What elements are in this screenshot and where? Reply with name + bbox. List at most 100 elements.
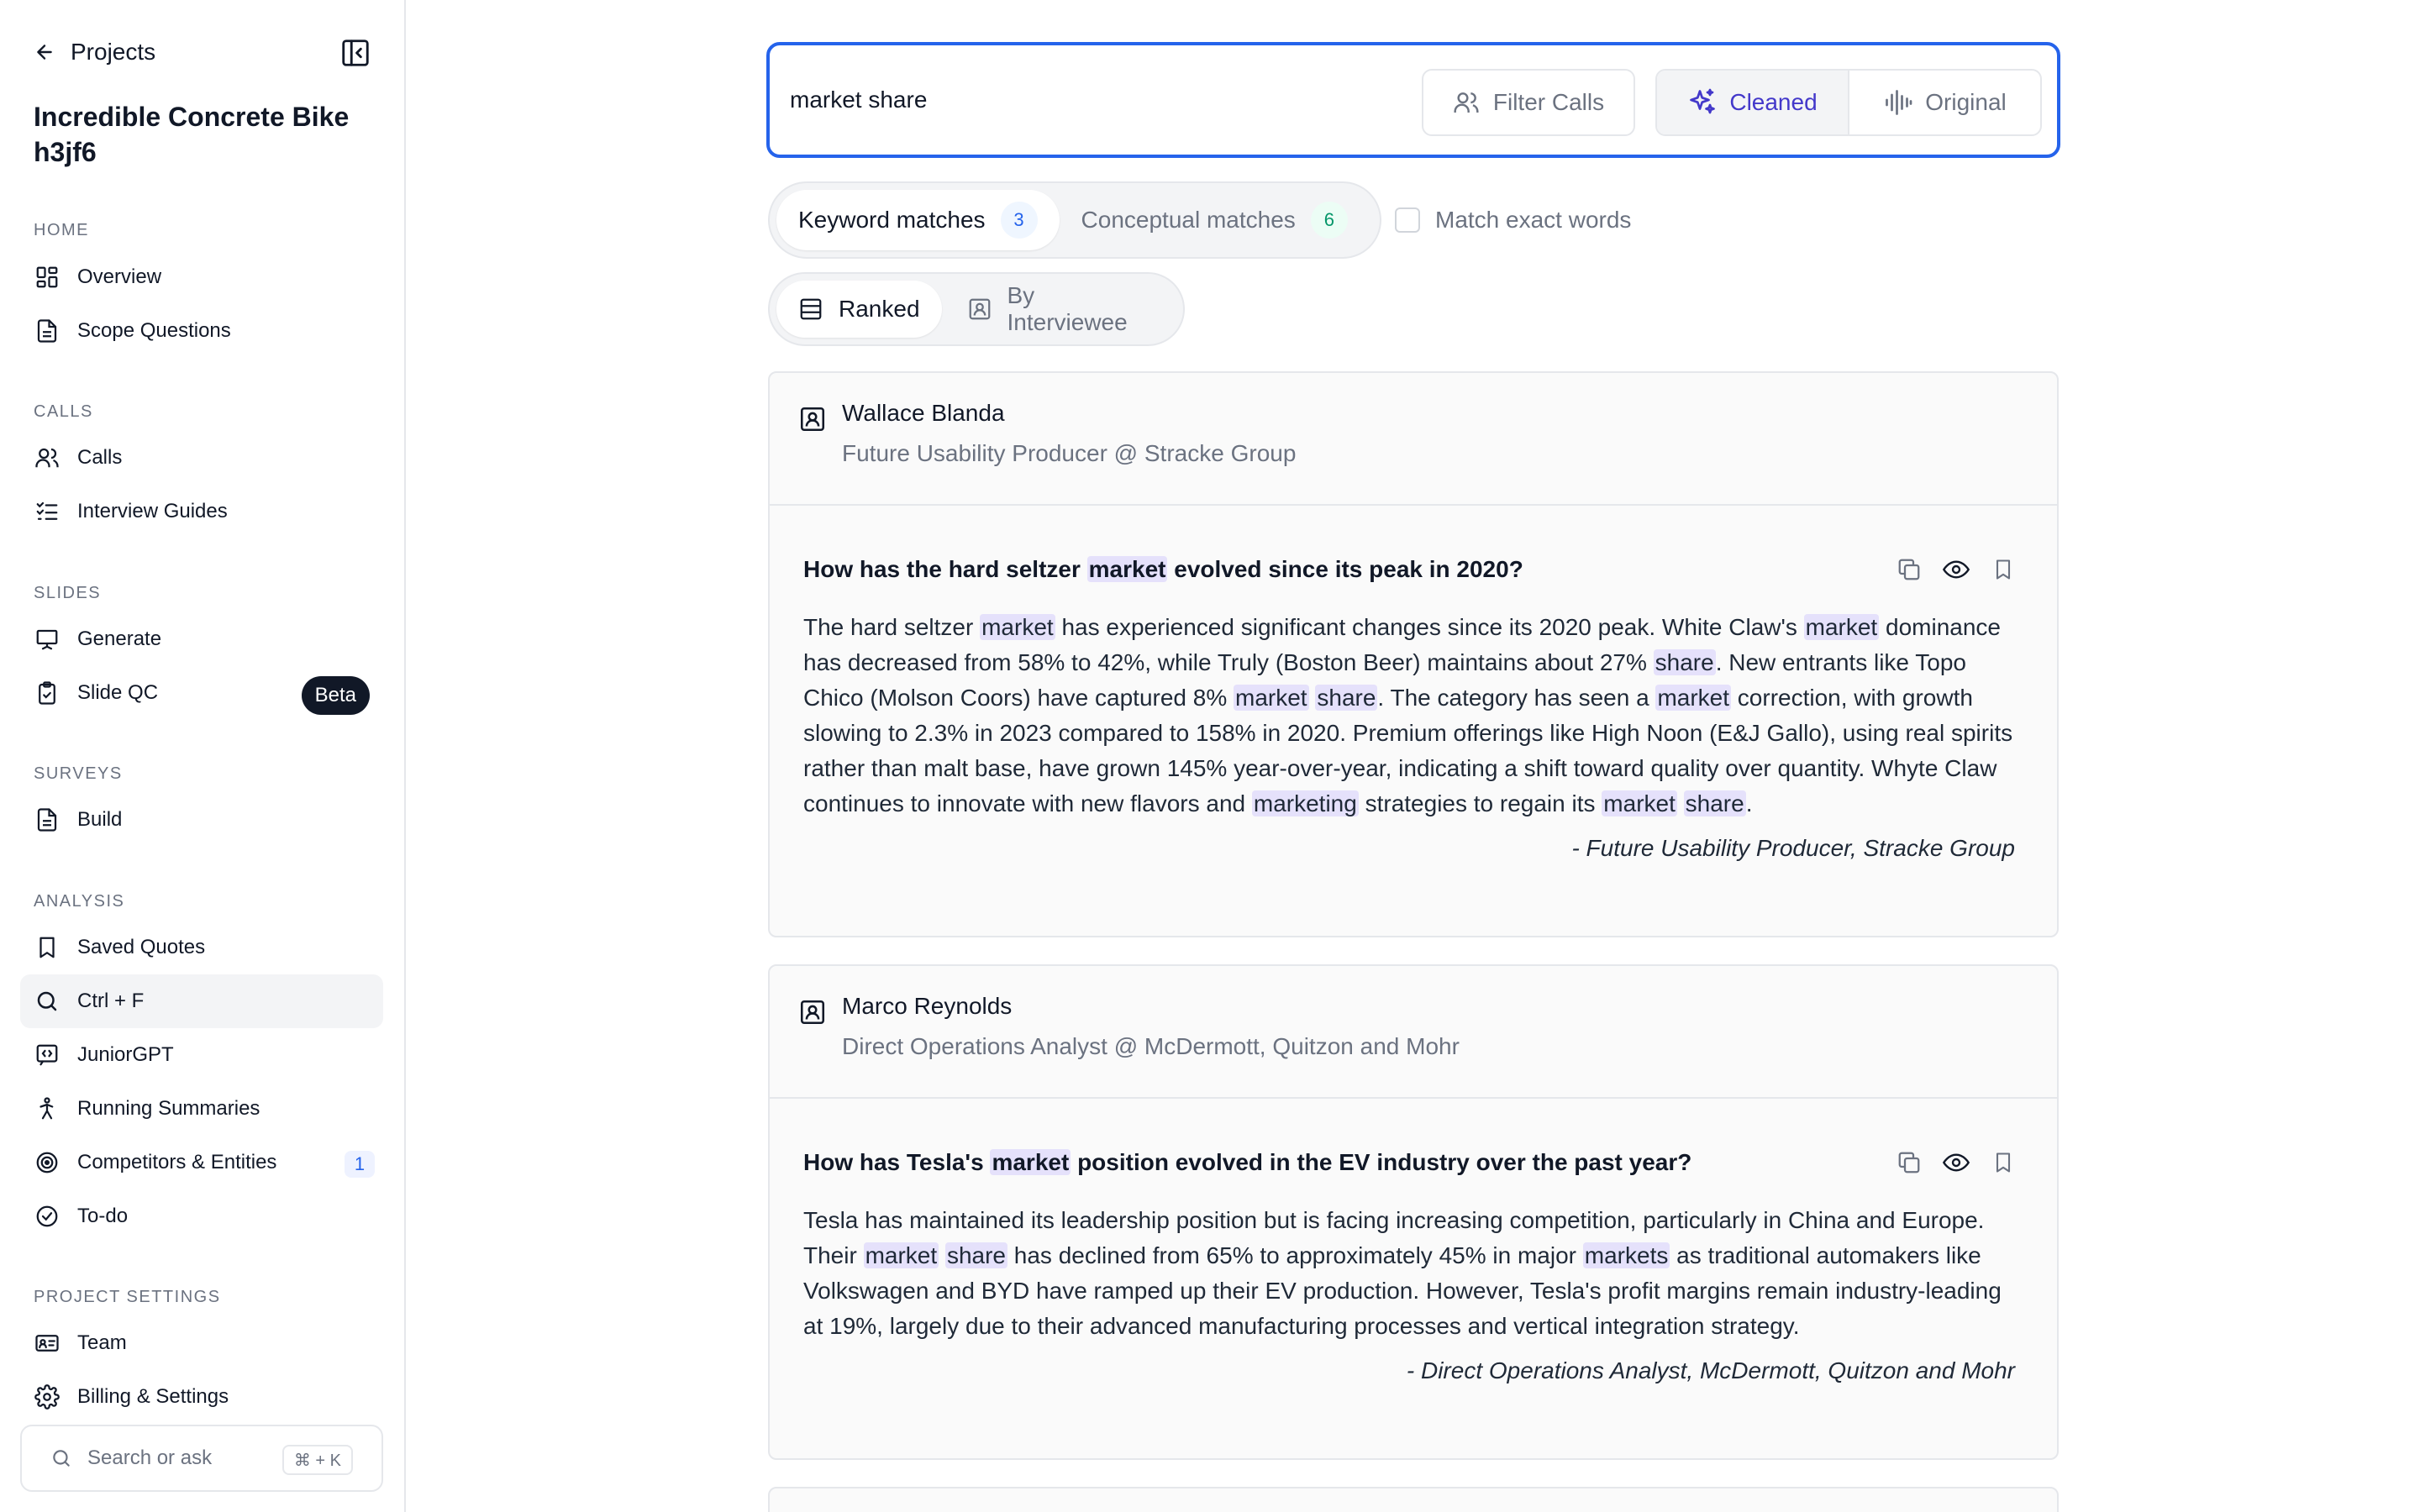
eye-icon[interactable]	[1943, 1149, 1970, 1176]
result-card-body: How has Tesla's market position evolved …	[770, 1099, 2057, 1384]
original-label: Original	[1925, 89, 2007, 115]
quote-actions	[1896, 556, 2017, 583]
presentation-icon	[34, 626, 60, 653]
result-card-header: Wallace Blanda Future Usability Producer…	[770, 373, 2057, 506]
clipboard-check-icon	[34, 680, 60, 706]
filter-calls-button[interactable]: Filter Calls	[1422, 69, 1635, 136]
back-label: Projects	[71, 39, 156, 65]
keyword-highlight: share	[1315, 685, 1378, 711]
sidebar-item-team[interactable]: Team	[20, 1316, 383, 1370]
result-card: Wallace Blanda Future Usability Producer…	[768, 371, 2059, 937]
conceptual-matches-count: 6	[1310, 202, 1348, 239]
sidebar-item-label: Competitors & Entities	[77, 1151, 277, 1173]
sidebar-item-saved-quotes[interactable]: Saved Quotes	[20, 921, 383, 974]
sidebar-item-running-summaries[interactable]: Running Summaries	[20, 1082, 383, 1136]
beta-badge: Beta	[301, 676, 370, 715]
result-card-body: How has the hard seltzer market evolved …	[770, 506, 2057, 862]
sidebar-item-calls[interactable]: Calls	[20, 431, 383, 485]
question-text: How has Tesla's market position evolved …	[803, 1149, 1692, 1175]
bookmark-icon[interactable]	[1990, 556, 2017, 583]
sidebar-item-label: Generate	[77, 627, 162, 650]
competitors-count-badge: 1	[345, 1151, 375, 1178]
sidebar-item-overview[interactable]: Overview	[20, 250, 383, 304]
keyboard-shortcut-hint: ⌘ + K	[281, 1445, 353, 1475]
sidebar-item-todo[interactable]: To-do	[20, 1189, 383, 1243]
sidebar-item-ctrl-f[interactable]: Ctrl + F	[20, 974, 383, 1028]
gear-icon	[34, 1383, 60, 1410]
section-label-project-settings: PROJECT SETTINGS	[34, 1288, 221, 1306]
arrow-left-icon	[37, 45, 52, 60]
sidebar-item-billing-settings[interactable]: Billing & Settings	[20, 1370, 383, 1424]
document-icon	[34, 318, 60, 344]
match-exact-words-label: Match exact words	[1435, 207, 1632, 233]
sidebar-item-label: JuniorGPT	[77, 1043, 174, 1066]
running-person-icon	[34, 1095, 60, 1122]
tab-ranked[interactable]: Ranked	[776, 281, 942, 338]
question-text: How has the hard seltzer market evolved …	[803, 556, 1523, 582]
section-label-slides: SLIDES	[34, 584, 102, 602]
result-card	[768, 1487, 2059, 1512]
id-card-icon	[34, 1330, 60, 1357]
section-label-analysis: ANALYSIS	[34, 892, 125, 911]
sidebar-item-competitors[interactable]: Competitors & Entities 1	[20, 1136, 383, 1189]
quote-actions	[1896, 1149, 2017, 1176]
keyword-highlight: markets	[1582, 1242, 1670, 1268]
copy-icon[interactable]	[1896, 556, 1923, 583]
sidebar-item-label: Ctrl + F	[77, 990, 145, 1012]
answer-text: Tesla has maintained its leadership posi…	[803, 1207, 2002, 1339]
sidebar-item-build[interactable]: Build	[20, 793, 383, 847]
keyword-highlight: market	[980, 614, 1055, 640]
search-input[interactable]	[790, 79, 1378, 121]
sidebar-item-label: Billing & Settings	[77, 1385, 229, 1408]
bookmark-icon[interactable]	[1990, 1149, 2017, 1176]
conceptual-matches-label: Conceptual matches	[1081, 207, 1296, 233]
search-icon	[53, 1450, 70, 1467]
tab-by-interviewee[interactable]: By Interviewee	[945, 281, 1183, 338]
sidebar-item-label: To-do	[77, 1205, 129, 1227]
audio-waveform-icon	[1886, 90, 1912, 115]
by-interviewee-label: By Interviewee	[1007, 282, 1128, 335]
contact-icon	[798, 405, 827, 433]
interviewee-name: Wallace Blanda	[842, 400, 1005, 426]
filter-calls-label: Filter Calls	[1492, 89, 1605, 115]
match-exact-words-checkbox[interactable]	[1395, 207, 1420, 233]
sidebar-item-junior-gpt[interactable]: JuniorGPT	[20, 1028, 383, 1082]
tab-conceptual-matches[interactable]: Conceptual matches 6	[1060, 190, 1370, 250]
tab-keyword-matches[interactable]: Keyword matches 3	[776, 190, 1060, 250]
keyword-highlight: market	[1086, 556, 1168, 582]
cleaned-mode-button[interactable]: Cleaned	[1657, 71, 1848, 134]
eye-icon[interactable]	[1943, 556, 1970, 583]
keyword-highlight: share	[1653, 649, 1716, 675]
keyword-highlight: market	[1803, 614, 1880, 640]
dashboard-icon	[34, 264, 60, 291]
section-label-surveys: SURVEYS	[34, 764, 123, 783]
sidebar-search-input[interactable]: Search or ask ⌘ + K	[20, 1425, 383, 1492]
copy-icon[interactable]	[1896, 1149, 1923, 1176]
target-icon	[34, 1149, 60, 1176]
contact-icon	[798, 998, 827, 1026]
original-mode-button[interactable]: Original	[1848, 71, 2040, 134]
sidebar-search-placeholder: Search or ask	[87, 1446, 213, 1469]
section-label-calls: CALLS	[34, 402, 93, 421]
keyword-highlight: market	[1655, 685, 1732, 711]
cleaned-label: Cleaned	[1729, 89, 1818, 115]
collapse-sidebar-button[interactable]	[339, 37, 371, 69]
sidebar-item-label: Team	[77, 1331, 127, 1354]
back-to-projects-link[interactable]: Projects	[34, 39, 155, 66]
keyword-highlight: share	[1683, 790, 1746, 816]
answer-text: The hard seltzer market has experienced …	[803, 614, 2013, 816]
sidebar-item-slide-qc[interactable]: Slide QC Beta	[20, 666, 383, 720]
section-label-home: HOME	[34, 221, 89, 239]
sidebar-item-interview-guides[interactable]: Interview Guides	[20, 485, 383, 538]
sidebar-item-label: Build	[77, 808, 123, 831]
sidebar-item-scope-questions[interactable]: Scope Questions	[20, 304, 383, 358]
sidebar-item-label: Running Summaries	[77, 1097, 260, 1120]
transcript-mode-toggle: Cleaned Original	[1655, 69, 2042, 136]
result-card: Marco Reynolds Direct Operations Analyst…	[768, 964, 2059, 1460]
keyword-highlight: marketing	[1251, 790, 1359, 816]
sidebar-item-label: Slide QC	[77, 681, 159, 704]
match-exact-words-toggle[interactable]: Match exact words	[1395, 207, 1631, 234]
users-icon	[1454, 92, 1479, 113]
sidebar-item-label: Interview Guides	[77, 500, 228, 522]
sidebar-item-generate[interactable]: Generate	[20, 612, 383, 666]
